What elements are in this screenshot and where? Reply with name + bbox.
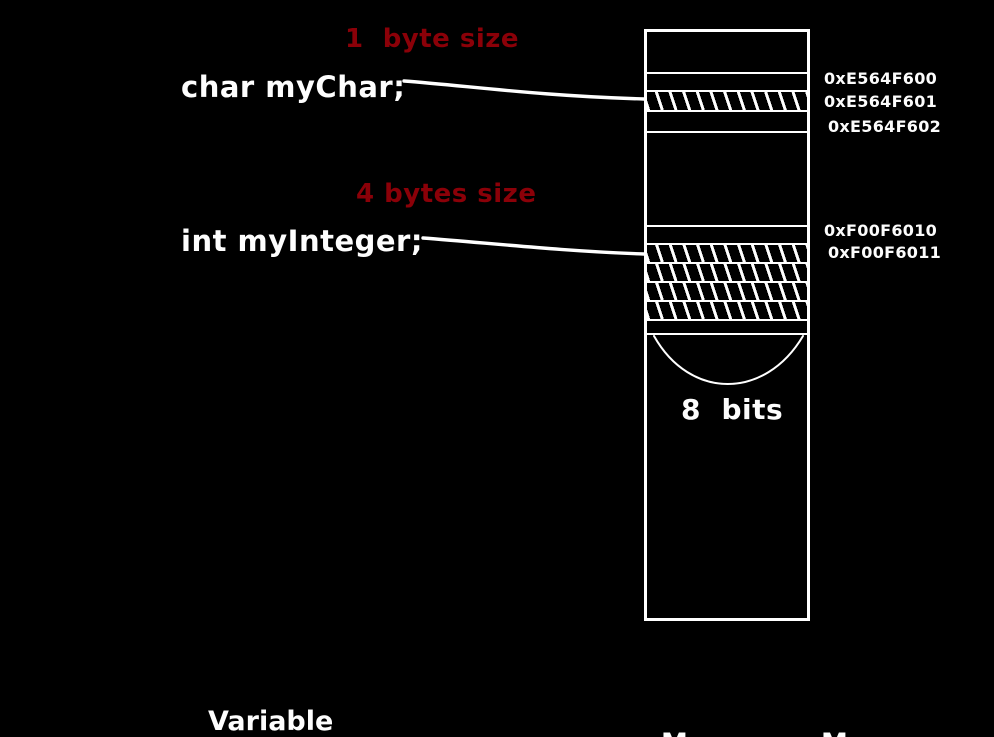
address-label-0: 0xE564F600: [824, 69, 938, 88]
char-declaration-text: char myChar;: [181, 70, 406, 104]
caption-memory-space-line1: Memory: [661, 724, 784, 737]
char-size-label: 1 byte size: [345, 24, 520, 54]
memory-divider: [647, 110, 807, 112]
caption-memory-addresses: Memory Adresses: [821, 646, 959, 737]
eight-bits-label: 8 bits: [681, 393, 784, 426]
caption-memory-space: Memory Space: [661, 646, 784, 737]
address-label-1: 0xE564F601: [824, 92, 938, 111]
caption-memory-addresses-line1: Memory: [821, 724, 959, 737]
memory-divider: [647, 72, 807, 74]
diagram-canvas: 1 byte size char myChar; 4 bytes size in…: [0, 0, 994, 737]
int-declaration-text: int myInteger;: [181, 224, 423, 258]
address-label-4: 0xF00F6011: [828, 243, 942, 262]
caption-variable-declaration-line1: Variable: [208, 706, 334, 737]
memory-cell-int-byte-4: [647, 302, 807, 319]
memory-divider: [647, 225, 807, 227]
memory-divider: [647, 333, 807, 335]
memory-divider: [647, 131, 807, 133]
int-leader-line: [421, 236, 646, 256]
memory-divider: [647, 319, 807, 321]
memory-cell-int-byte-1: [647, 245, 807, 262]
memory-cell-char-byte: [647, 92, 807, 110]
address-label-2: 0xE564F602: [828, 117, 942, 136]
char-leader-line: [402, 79, 646, 101]
address-label-3: 0xF00F6010: [824, 221, 938, 240]
memory-cell-int-byte-2: [647, 264, 807, 281]
int-size-label: 4 bytes size: [356, 179, 537, 209]
caption-variable-declaration: Variable Declaration: [208, 624, 384, 737]
memory-cell-int-byte-3: [647, 283, 807, 300]
memory-space-box: [644, 29, 810, 621]
